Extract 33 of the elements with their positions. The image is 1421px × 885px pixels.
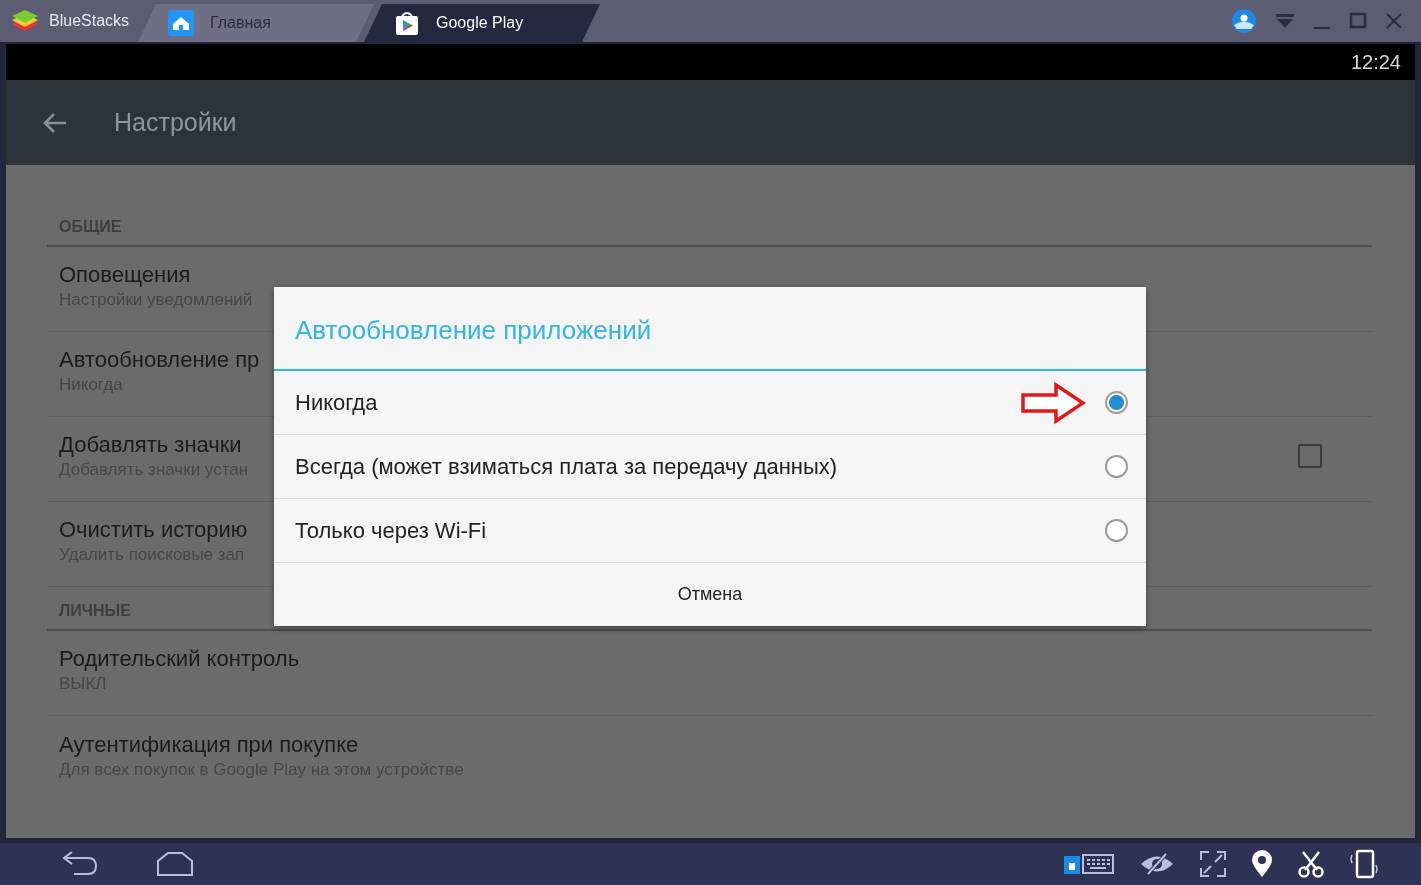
back-icon[interactable] xyxy=(60,850,100,878)
cancel-button[interactable]: Отмена xyxy=(274,563,1146,626)
dialog-title: Автообновление приложений xyxy=(274,287,1146,371)
pointer-arrow xyxy=(1020,382,1086,424)
radio-option[interactable]: Никогда xyxy=(274,371,1146,435)
location-pin-icon[interactable] xyxy=(1251,849,1273,879)
play-bag-icon xyxy=(394,10,420,36)
phone-rotate-icon[interactable] xyxy=(1349,849,1379,879)
radio-button[interactable] xyxy=(1105,455,1128,478)
checkbox[interactable] xyxy=(1298,444,1322,468)
clock-time: 12:24 xyxy=(1350,50,1401,74)
radio-button[interactable] xyxy=(1105,519,1128,542)
screen-title: Настройки xyxy=(114,108,237,137)
layers-logo-icon xyxy=(10,9,40,33)
app-name: BlueStacks xyxy=(49,12,130,30)
tab[interactable]: Google Play xyxy=(364,4,600,42)
item-title: Родительский контроль xyxy=(59,645,300,673)
item-title: Очистить историю xyxy=(59,516,248,544)
fullscreen-icon[interactable] xyxy=(1199,850,1227,878)
home-icon xyxy=(168,10,194,36)
item-title: Добавлять значки xyxy=(59,431,242,459)
account-icon[interactable] xyxy=(1231,8,1257,34)
radio-option[interactable]: Только через Wi-Fi xyxy=(274,499,1146,563)
item-title: Автообновление пр xyxy=(59,346,260,374)
item-title: Аутентификация при покупке xyxy=(59,730,359,759)
radio-button[interactable] xyxy=(1105,391,1128,414)
hidden-eye-icon[interactable] xyxy=(1139,851,1175,877)
radio-option[interactable]: Всегда (может взиматься плата за передачу данных) xyxy=(274,435,1146,499)
item-title: Оповещения xyxy=(59,261,191,289)
home-icon[interactable] xyxy=(156,851,194,877)
scissors-icon[interactable] xyxy=(1297,850,1325,878)
keyboard-icon[interactable] xyxy=(1063,852,1115,876)
back-arrow-icon[interactable] xyxy=(42,111,68,134)
